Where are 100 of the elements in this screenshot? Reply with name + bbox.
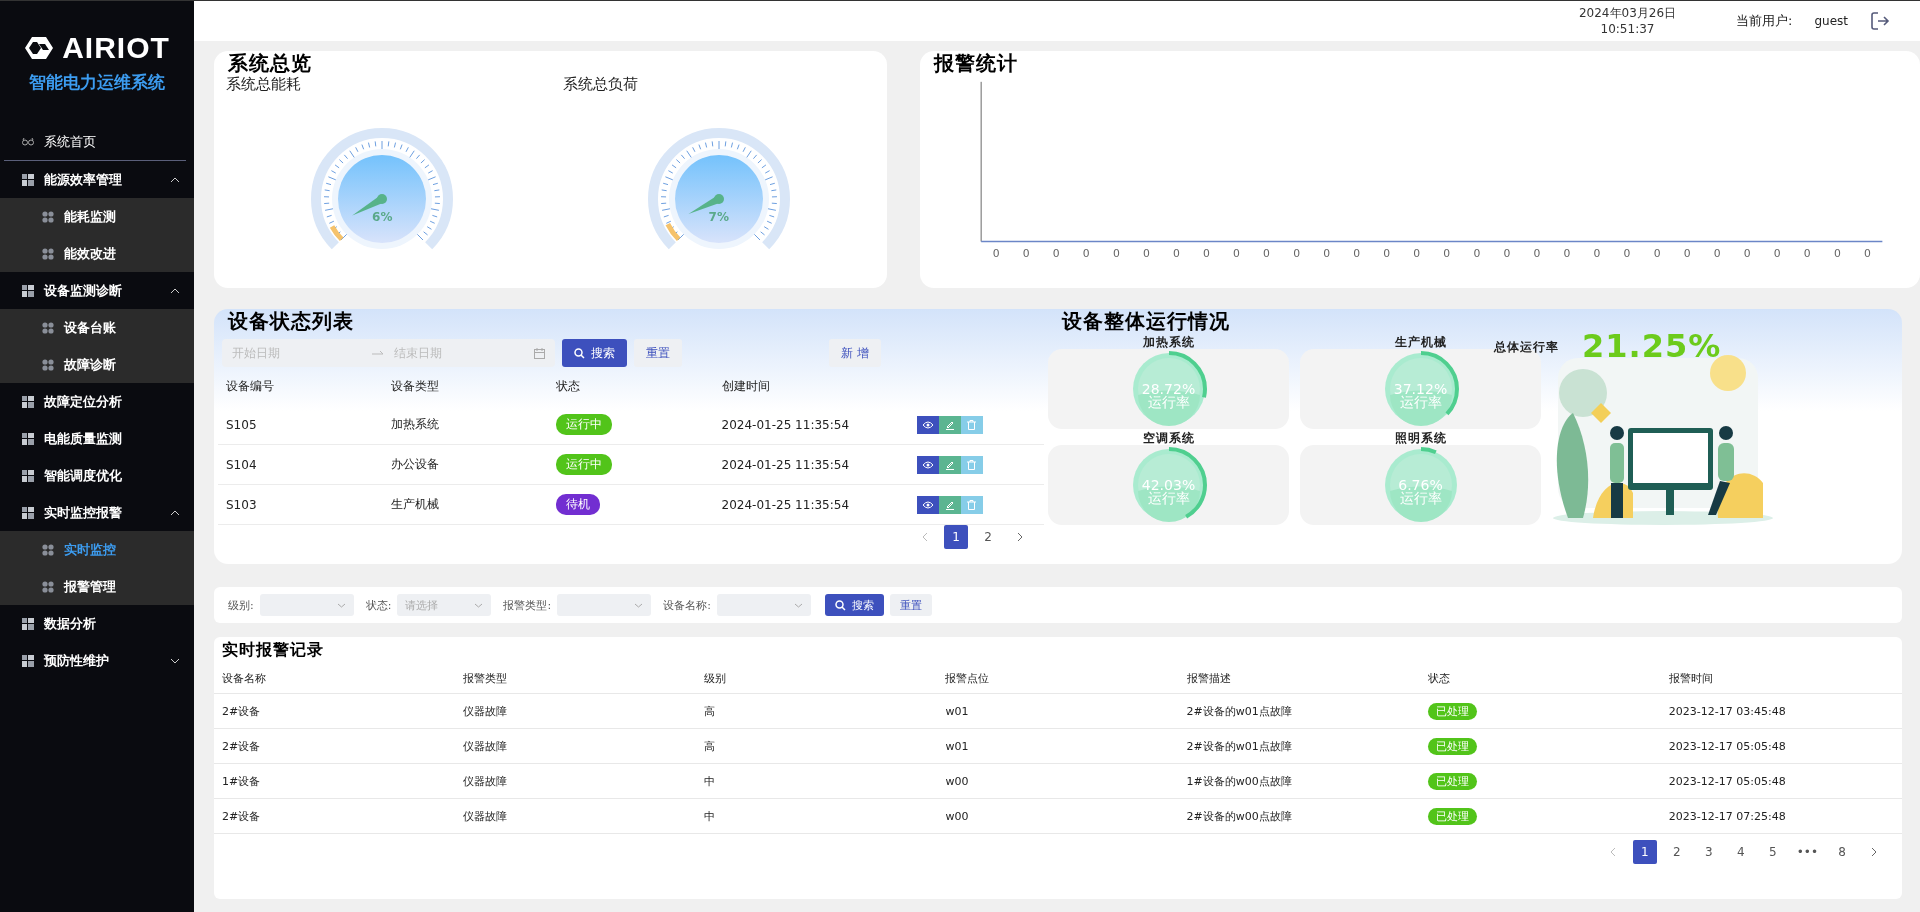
eye-icon (921, 500, 934, 509)
sidebar-item[interactable]: 系统首页 (4, 124, 186, 161)
status-tag: 已处理 (1427, 737, 1477, 755)
sidebar-subitem[interactable]: 报警管理 (0, 568, 194, 605)
table-cell: 2023-12-17 03:45:48 (1660, 693, 1902, 729)
sidebar-item[interactable]: 智能调度优化 (0, 457, 194, 494)
app-title: 智能电力运维系统 (28, 71, 166, 94)
page-button[interactable]: 4 (1728, 840, 1753, 864)
table-cell: 2#设备的w00点故障 (1178, 798, 1420, 834)
grid-icon (22, 617, 34, 630)
user-name: guest (1814, 14, 1848, 28)
logout-icon[interactable] (1870, 11, 1890, 31)
page-button[interactable]: 3 (1696, 840, 1721, 864)
search-icon (834, 599, 846, 611)
sidebar-item[interactable]: 电能质量监测 (0, 420, 194, 457)
eye-icon (921, 420, 934, 429)
select-field[interactable] (716, 594, 811, 616)
filter-label: 状态: (365, 597, 392, 613)
caret-icon (474, 602, 484, 608)
table-cell: 仪器故障 (455, 693, 697, 729)
sidebar-group[interactable]: 设备监测诊断 (0, 272, 194, 309)
caret-icon (336, 602, 346, 608)
reset-button[interactable]: 重置 (634, 339, 682, 367)
axis-label: 0 (992, 247, 1000, 261)
axis-label: 0 (1623, 247, 1631, 261)
chevron-up-icon (170, 287, 180, 294)
view-button[interactable] (916, 455, 939, 474)
pencil-icon (944, 499, 955, 510)
rate-value: 6.76% (1398, 479, 1443, 492)
trash-icon (967, 419, 977, 430)
add-button[interactable]: 新 增 (829, 339, 881, 367)
page-button[interactable]: 8 (1830, 840, 1854, 864)
logo-icon (24, 35, 55, 61)
table-cell: 2024-01-25 11:35:54 (713, 405, 879, 445)
table-cell: 2024-01-25 11:35:54 (713, 444, 879, 485)
gauge-label: 系统总能耗 (225, 75, 302, 94)
page-button[interactable]: 2 (1664, 840, 1689, 864)
axis-label: 0 (1713, 247, 1721, 261)
table-cell: 2#设备 (214, 728, 456, 764)
view-button[interactable] (916, 495, 939, 514)
column-header: 设备类型 (390, 377, 441, 395)
sidebar-subitem[interactable]: 设备台账 (0, 309, 194, 346)
sidebar-subitem[interactable]: 实时监控 (0, 531, 194, 568)
column-header: 报警点位 (937, 663, 1179, 694)
table-cell: 1#设备的w00点故障 (1178, 763, 1420, 799)
sidebar-item[interactable]: 故障定位分析 (0, 383, 194, 420)
edit-button[interactable] (938, 495, 961, 514)
chevron-down-icon (170, 657, 180, 664)
table-cell: 加热系统 (383, 405, 549, 445)
rate-value: 37.12% (1393, 383, 1448, 396)
table-cell: 2#设备 (214, 693, 456, 729)
gauge-label: 系统总负荷 (561, 75, 639, 94)
table-cell: 2023-12-17 05:05:48 (1660, 728, 1902, 764)
page-button[interactable]: 1 (1632, 840, 1657, 864)
chevron-right-icon (1016, 532, 1024, 542)
table-cell: 2024-01-25 11:35:54 (713, 484, 879, 525)
axis-label: 0 (1413, 247, 1421, 261)
axis-label: 0 (1203, 247, 1210, 261)
date-text: 2024年03月26日 (1578, 5, 1677, 21)
axis-label: 0 (1863, 247, 1871, 261)
table-cell: 仪器故障 (455, 763, 697, 799)
edit-button[interactable] (938, 415, 961, 434)
sidebar-group[interactable]: 预防性维护 (0, 642, 194, 679)
reset-button[interactable]: 重置 (889, 594, 932, 616)
status-tag: 运行中 (556, 454, 613, 475)
sidebar-subitem[interactable]: 故障诊断 (0, 346, 194, 383)
sidebar-group[interactable]: 能源效率管理 (0, 161, 194, 198)
search-button[interactable]: 搜索 (562, 339, 627, 367)
calendar-icon (534, 347, 545, 359)
edit-button[interactable] (938, 455, 961, 474)
page-button[interactable]: 5 (1760, 840, 1785, 864)
table-cell: 2023-12-17 07:25:48 (1660, 798, 1902, 834)
column-header: 状态 (555, 377, 582, 395)
sidebar-subitem[interactable]: 能耗监测 (0, 198, 194, 235)
sidebar-group[interactable]: 实时监控报警 (0, 494, 194, 531)
column-header: 设备编号 (225, 377, 275, 395)
glasses-icon (22, 138, 34, 146)
sidebar-subitem[interactable]: 能效改进 (0, 235, 194, 272)
column-header: 报警描述 (1178, 663, 1420, 694)
search-button[interactable]: 搜索 (824, 594, 884, 616)
table-cell: w00 (937, 798, 1179, 834)
table-cell: w01 (937, 728, 1179, 764)
table-cell: 办公设备 (383, 444, 549, 485)
select-field[interactable] (557, 594, 652, 616)
grid-icon (42, 580, 54, 593)
view-button[interactable] (916, 415, 939, 434)
grid-icon (42, 321, 54, 334)
chevron-up-icon (170, 509, 180, 516)
page-button[interactable]: 2 (976, 525, 1000, 549)
logo-text: AIRIOT (62, 31, 170, 65)
axis-label: 0 (1353, 247, 1361, 261)
table-cell: S105 (218, 405, 384, 445)
select-field[interactable] (259, 594, 354, 616)
page-button[interactable]: ••• (1792, 840, 1822, 864)
sidebar-item[interactable]: 数据分析 (0, 605, 194, 642)
page-button[interactable]: 1 (944, 525, 968, 549)
system-name: 生产机械 (1394, 335, 1447, 349)
column-header: 报警时间 (1660, 663, 1902, 694)
axis-label: 0 (1263, 247, 1270, 261)
column-header: 报警类型 (455, 663, 697, 694)
